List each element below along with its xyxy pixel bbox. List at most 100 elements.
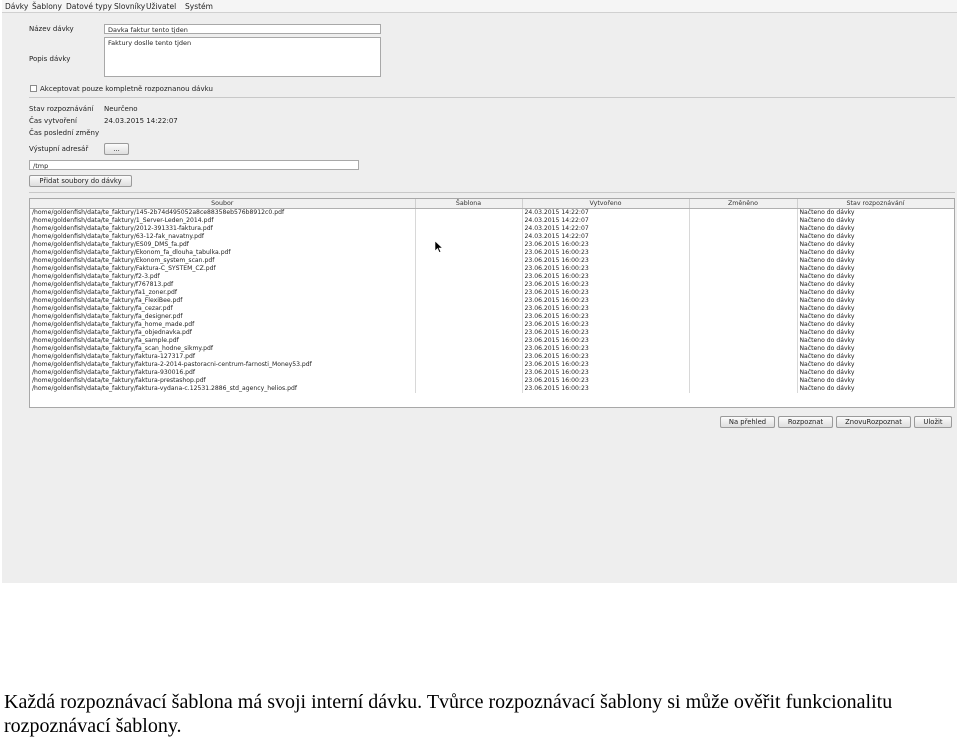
files-table[interactable]: Soubor Šablona Vytvořeno Změněno Stav ro… — [29, 198, 955, 408]
column-header-created[interactable]: Vytvořeno — [522, 199, 690, 209]
table-row[interactable]: /home/goldenfish/data/te_faktury/fa_obje… — [30, 329, 954, 337]
table-row[interactable]: /home/goldenfish/data/te_faktury/f2-3.pd… — [30, 273, 954, 281]
menu-slovniky[interactable]: Slovníky — [114, 2, 145, 11]
add-files-button[interactable]: Přidat soubory do dávky — [29, 175, 132, 187]
table-row[interactable]: /home/goldenfish/data/te_faktury/fa_home… — [30, 321, 954, 329]
cell-modified — [689, 321, 798, 329]
table-row[interactable]: /home/goldenfish/data/te_faktury/145-2b7… — [30, 208, 954, 217]
table-row[interactable]: /home/goldenfish/data/te_faktury/faktura… — [30, 385, 954, 393]
menu-datove-typy[interactable]: Datové typy — [66, 2, 112, 11]
cell-modified — [689, 217, 798, 225]
batch-name-label: Název dávky — [29, 25, 74, 33]
cell-template — [415, 313, 523, 321]
cell-created: 24.03.2015 14:22:07 — [522, 208, 690, 217]
column-header-template[interactable]: Šablona — [415, 199, 523, 209]
cell-modified — [689, 241, 798, 249]
cell-modified — [689, 313, 798, 321]
cell-file: /home/goldenfish/data/te_faktury/2012-39… — [30, 225, 416, 233]
table-row[interactable]: /home/goldenfish/data/te_faktury/fa_Flex… — [30, 297, 954, 305]
cell-template — [415, 345, 523, 353]
cell-created: 23.06.2015 16:00:23 — [522, 273, 690, 281]
cell-file: /home/goldenfish/data/te_faktury/faktura… — [30, 369, 416, 377]
table-row[interactable]: /home/goldenfish/data/te_faktury/fa_ceza… — [30, 305, 954, 313]
cell-template — [415, 337, 523, 345]
table-row[interactable]: /home/goldenfish/data/te_faktury/fa_samp… — [30, 337, 954, 345]
column-header-file[interactable]: Soubor — [30, 199, 416, 209]
table-row[interactable]: /home/goldenfish/data/te_faktury/faktura… — [30, 377, 954, 385]
table-row[interactable]: /home/goldenfish/data/te_faktury/ES09_DM… — [30, 241, 954, 249]
cell-status: Načteno do dávky — [797, 217, 954, 225]
cell-template — [415, 321, 523, 329]
cell-template — [415, 241, 523, 249]
cell-status: Načteno do dávky — [797, 225, 954, 233]
recognize-button[interactable]: Rozpoznat — [778, 416, 833, 428]
cell-file: /home/goldenfish/data/te_faktury/faktura… — [30, 361, 416, 369]
cell-template — [415, 329, 523, 337]
cell-file: /home/goldenfish/data/te_faktury/faktura… — [30, 353, 416, 361]
cell-template — [415, 289, 523, 297]
table-row[interactable]: /home/goldenfish/data/te_faktury/fa1_zon… — [30, 289, 954, 297]
table-row[interactable]: /home/goldenfish/data/te_faktury/Ekonom_… — [30, 257, 954, 265]
cell-status: Načteno do dávky — [797, 377, 954, 385]
cell-modified — [689, 305, 798, 313]
menu-system[interactable]: Systém — [185, 2, 213, 11]
cell-file: /home/goldenfish/data/te_faktury/fa_scan… — [30, 345, 416, 353]
table-row[interactable]: /home/goldenfish/data/te_faktury/faktura… — [30, 369, 954, 377]
table-row[interactable]: /home/goldenfish/data/te_faktury/faktura… — [30, 353, 954, 361]
menu-uzivatel[interactable]: Uživatel — [146, 2, 176, 11]
cell-modified — [689, 369, 798, 377]
menu-sablony[interactable]: Šablony — [32, 2, 62, 11]
cell-status: Načteno do dávky — [797, 265, 954, 273]
cell-file: /home/goldenfish/data/te_faktury/fa_obje… — [30, 329, 416, 337]
table-row[interactable]: /home/goldenfish/data/te_faktury/63-12-f… — [30, 233, 954, 241]
cell-template — [415, 217, 523, 225]
column-header-modified[interactable]: Změněno — [689, 199, 798, 209]
cell-template — [415, 369, 523, 377]
table-row[interactable]: /home/goldenfish/data/te_faktury/Faktura… — [30, 265, 954, 273]
output-dir-input[interactable]: /tmp — [29, 160, 359, 170]
cell-modified — [689, 273, 798, 281]
table-row[interactable]: /home/goldenfish/data/te_faktury/f767813… — [30, 281, 954, 289]
table-row[interactable]: /home/goldenfish/data/te_faktury/faktura… — [30, 361, 954, 369]
cell-file: /home/goldenfish/data/te_faktury/f2-3.pd… — [30, 273, 416, 281]
cell-modified — [689, 233, 798, 241]
overview-button[interactable]: Na přehled — [720, 416, 775, 428]
cell-created: 23.06.2015 16:00:23 — [522, 289, 690, 297]
cell-file: /home/goldenfish/data/te_faktury/fa_samp… — [30, 337, 416, 345]
save-button[interactable]: Uložit — [914, 416, 952, 428]
table-row[interactable]: /home/goldenfish/data/te_faktury/2012-39… — [30, 225, 954, 233]
cell-created: 23.06.2015 16:00:23 — [522, 241, 690, 249]
cell-status: Načteno do dávky — [797, 345, 954, 353]
cell-template — [415, 208, 523, 217]
cell-modified — [689, 297, 798, 305]
cell-file: /home/goldenfish/data/te_faktury/1_Serve… — [30, 217, 416, 225]
cell-file: /home/goldenfish/data/te_faktury/ES09_DM… — [30, 241, 416, 249]
browse-button[interactable]: ... — [104, 143, 129, 155]
created-value: 24.03.2015 14:22:07 — [104, 117, 178, 125]
table-row[interactable]: /home/goldenfish/data/te_faktury/fa_desi… — [30, 313, 954, 321]
table-row[interactable]: /home/goldenfish/data/te_faktury/Ekonom_… — [30, 249, 954, 257]
table-row[interactable]: /home/goldenfish/data/te_faktury/1_Serve… — [30, 217, 954, 225]
cell-modified — [689, 329, 798, 337]
output-dir-label: Výstupní adresář — [29, 145, 89, 153]
batch-name-input[interactable]: Davka faktur tento tjden — [104, 24, 381, 34]
cell-template — [415, 361, 523, 369]
cell-file: /home/goldenfish/data/te_faktury/fa_ceza… — [30, 305, 416, 313]
cell-status: Načteno do dávky — [797, 369, 954, 377]
cell-template — [415, 297, 523, 305]
cell-status: Načteno do dávky — [797, 233, 954, 241]
batch-description-textarea[interactable]: Faktury doslle tento tjden — [104, 37, 381, 77]
cell-template — [415, 377, 523, 385]
column-header-status[interactable]: Stav rozpoznávání — [797, 199, 954, 209]
accept-complete-checkbox[interactable] — [30, 85, 37, 92]
cell-status: Načteno do dávky — [797, 305, 954, 313]
menu-davky[interactable]: Dávky — [5, 2, 28, 11]
rerecognize-button[interactable]: ZnovuRozpoznat — [836, 416, 911, 428]
cell-file: /home/goldenfish/data/te_faktury/145-2b7… — [30, 208, 416, 217]
cell-created: 23.06.2015 16:00:23 — [522, 369, 690, 377]
cell-created: 24.03.2015 14:22:07 — [522, 217, 690, 225]
table-row[interactable]: /home/goldenfish/data/te_faktury/fa_scan… — [30, 345, 954, 353]
menu-bar: Dávky Šablony Datové typy Slovníky Uživa… — [2, 0, 957, 13]
cell-modified — [689, 265, 798, 273]
cell-created: 23.06.2015 16:00:23 — [522, 345, 690, 353]
